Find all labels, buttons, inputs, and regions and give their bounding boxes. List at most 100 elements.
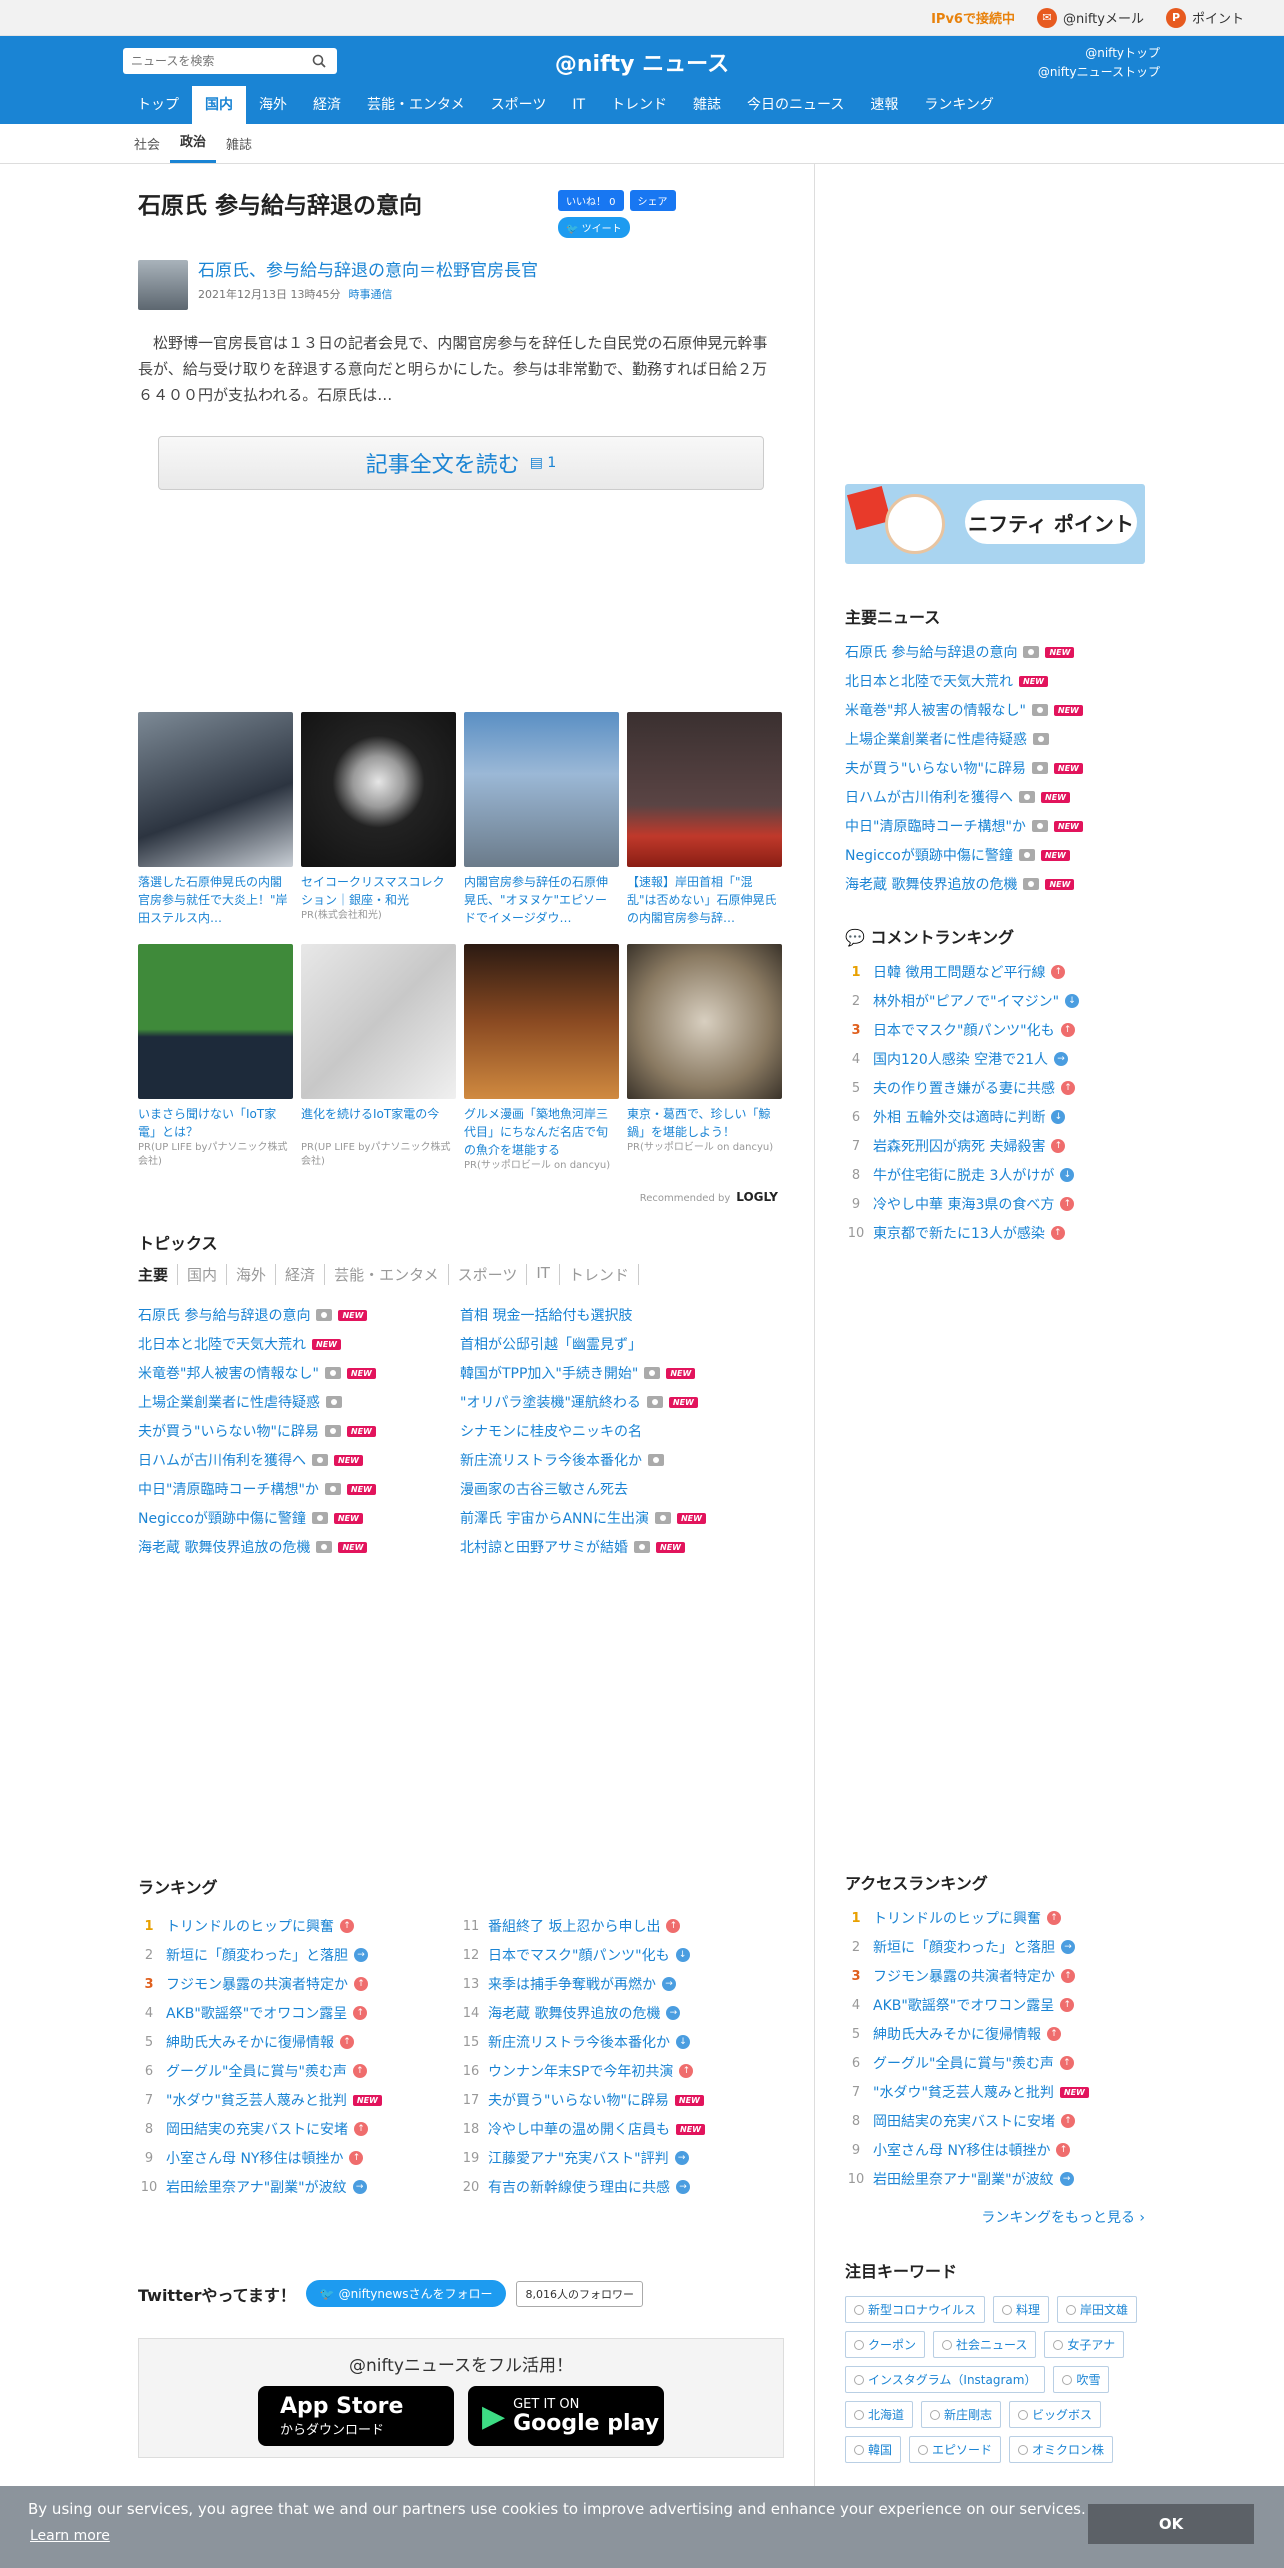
- access-ranking-item[interactable]: 2 新垣に「顔変わった」と落胆 →: [845, 1937, 1175, 1957]
- ranking-item[interactable]: 9 小室さん母 NY移住は頓挫か ↑: [138, 2148, 460, 2168]
- comment-ranking-item[interactable]: 3 日本でマスク"顔パンツ"化も ↑: [845, 1020, 1175, 1040]
- nav-it[interactable]: IT: [559, 86, 598, 124]
- ranking-item[interactable]: 15 新庄流リストラ今後本番化か ↓: [460, 2032, 782, 2052]
- recommend-card[interactable]: 進化を続けるIoT家電の今 PR(UP LIFE byパナソニック株式会社): [301, 944, 456, 1173]
- comment-ranking-item[interactable]: 5 夫の作り置き嫌がる妻に共感 ↑: [845, 1078, 1175, 1098]
- recommend-card[interactable]: 落選した石原伸晃氏の内閣官房参与就任で大炎上！"岸田ステルス内…: [138, 712, 293, 927]
- topics-tab[interactable]: 国内: [178, 1264, 228, 1285]
- nav-economy[interactable]: 経済: [300, 86, 354, 124]
- article-source-name[interactable]: 時事通信: [348, 288, 392, 301]
- nav-breaking[interactable]: 速報: [857, 86, 911, 124]
- topics-tab[interactable]: 海外: [227, 1264, 277, 1285]
- ranking-item[interactable]: 10 岩田絵里奈アナ"副業"が波紋 →: [138, 2177, 460, 2197]
- nav-world[interactable]: 海外: [246, 86, 300, 124]
- ranking-item[interactable]: 1 トリンドルのヒップに興奮 ↑: [138, 1916, 460, 1936]
- recommend-card[interactable]: 東京・葛西で、珍しい「鯨鍋」を堪能しよう！ PR(サッポロビール on dancy…: [627, 944, 782, 1173]
- ranking-item[interactable]: 8 岡田結実の充実バストに安堵 ↑: [138, 2119, 460, 2139]
- keyword-tag[interactable]: 社会ニュース: [933, 2331, 1037, 2358]
- keyword-tag[interactable]: 韓国: [845, 2436, 902, 2463]
- nifty-news-top-link[interactable]: @niftyニューストップ: [1038, 65, 1160, 79]
- keyword-tag[interactable]: 女子アナ: [1044, 2331, 1125, 2358]
- keyword-tag[interactable]: エピソード: [909, 2436, 1002, 2463]
- nav-today[interactable]: 今日のニュース: [734, 86, 857, 124]
- read-full-article-button[interactable]: 記事全文を読む ▤ 1: [158, 436, 764, 490]
- keyword-tag[interactable]: 北海道: [845, 2401, 914, 2428]
- access-ranking-item[interactable]: 1 トリンドルのヒップに興奮 ↑: [845, 1908, 1175, 1928]
- topic-item[interactable]: 前澤氏 宇宙からANNに生出演 NEW: [460, 1508, 782, 1528]
- topics-tab[interactable]: スポーツ: [449, 1264, 528, 1285]
- point-link[interactable]: P ポイント: [1165, 7, 1244, 28]
- main-news-item[interactable]: 米竜巻"邦人被害の情報なし" NEW: [845, 700, 1175, 720]
- facebook-share-button[interactable]: シェア: [629, 190, 676, 211]
- topics-tab[interactable]: 芸能・エンタメ: [325, 1264, 449, 1285]
- ranking-item[interactable]: 4 AKB"歌謡祭"でオワコン露呈 ↑: [138, 2003, 460, 2023]
- recommend-card[interactable]: 【速報】岸田首相「"混乱"は否めない」石原伸晃氏の内閣官房参与辞…: [627, 712, 782, 927]
- ranking-item[interactable]: 11 番組終了 坂上忍から申し出 ↑: [460, 1916, 782, 1936]
- main-news-item[interactable]: 海老蔵 歌舞伎界追放の危機 NEW: [845, 874, 1175, 894]
- topic-item[interactable]: 日ハムが古川侑利を獲得へ NEW: [138, 1450, 460, 1470]
- comment-ranking-item[interactable]: 4 国内120人感染 空港で21人 →: [845, 1049, 1175, 1069]
- ranking-item[interactable]: 5 紳助氏大みそかに復帰情報 ↑: [138, 2032, 460, 2052]
- nifty-top-link[interactable]: @niftyトップ: [1085, 46, 1160, 60]
- comment-ranking-item[interactable]: 6 外相 五輪外交は適時に判断 ↓: [845, 1107, 1175, 1127]
- access-ranking-item[interactable]: 10 岩田絵里奈アナ"副業"が波紋 →: [845, 2169, 1175, 2189]
- comment-ranking-item[interactable]: 8 牛が住宅街に脱走 3人がけが ↓: [845, 1165, 1175, 1185]
- keyword-tag[interactable]: 新型コロナウイルス: [845, 2296, 986, 2323]
- ranking-item[interactable]: 16 ウンナン年末SPで今年初共演 ↑: [460, 2061, 782, 2081]
- topic-item[interactable]: 中日"清原臨時コーチ構想"か NEW: [138, 1479, 460, 1499]
- keyword-tag[interactable]: ビッグボス: [1009, 2401, 1102, 2428]
- main-news-item[interactable]: 中日"清原臨時コーチ構想"か NEW: [845, 816, 1175, 836]
- access-ranking-item[interactable]: 4 AKB"歌謡祭"でオワコン露呈 ↑: [845, 1995, 1175, 2015]
- ranking-item[interactable]: 18 冷やし中華の温め開く店員も NEW: [460, 2119, 782, 2139]
- keyword-tag[interactable]: 岸田文雄: [1057, 2296, 1138, 2323]
- tweet-button[interactable]: 🐦 ツイート: [558, 217, 630, 238]
- subnav-politics[interactable]: 政治: [170, 131, 217, 163]
- ranking-item[interactable]: 3 フジモン暴露の共演者特定か ↑: [138, 1974, 460, 1994]
- keyword-tag[interactable]: 新庄剛志: [921, 2401, 1002, 2428]
- topic-item[interactable]: 北村諒と田野アサミが結婚 NEW: [460, 1537, 782, 1557]
- topic-item[interactable]: 韓国がTPP加入"手続き開始" NEW: [460, 1363, 782, 1383]
- nav-ranking[interactable]: ランキング: [911, 86, 1007, 124]
- access-ranking-item[interactable]: 7 "水ダウ"貧乏芸人蔑みと批判 NEW: [845, 2082, 1175, 2102]
- recommend-card[interactable]: セイコークリスマスコレクション｜銀座・和光 PR(株式会社和光): [301, 712, 456, 927]
- topic-item[interactable]: 北日本と北陸で天気大荒れ NEW: [138, 1334, 460, 1354]
- nav-entertainment[interactable]: 芸能・エンタメ: [354, 86, 478, 124]
- main-news-item[interactable]: 夫が買う"いらない物"に辟易 NEW: [845, 758, 1175, 778]
- topics-tab[interactable]: 主要: [138, 1264, 179, 1285]
- nav-sports[interactable]: スポーツ: [478, 86, 560, 124]
- main-news-item[interactable]: 日ハムが古川侑利を獲得へ NEW: [845, 787, 1175, 807]
- ranking-item[interactable]: 20 有吉の新幹線使う理由に共感 →: [460, 2177, 782, 2197]
- logly-logo[interactable]: LOGLY: [736, 1190, 778, 1204]
- facebook-like-button[interactable]: いいね！ 0: [558, 190, 624, 211]
- topic-item[interactable]: 新庄流リストラ今後本番化か: [460, 1450, 782, 1470]
- topic-item[interactable]: 夫が買う"いらない物"に辟易 NEW: [138, 1421, 460, 1441]
- access-ranking-item[interactable]: 5 紳助氏大みそかに復帰情報 ↑: [845, 2024, 1175, 2044]
- access-ranking-item[interactable]: 8 岡田結実の充実バストに安堵 ↑: [845, 2111, 1175, 2131]
- ranking-item[interactable]: 7 "水ダウ"貧乏芸人蔑みと批判 NEW: [138, 2090, 460, 2110]
- comment-ranking-item[interactable]: 10 東京都で新たに13人が感染 ↑: [845, 1223, 1175, 1243]
- ranking-item[interactable]: 12 日本でマスク"顔パンツ"化も ↓: [460, 1945, 782, 1965]
- comment-ranking-item[interactable]: 7 岩森死刑囚が病死 夫婦殺害 ↑: [845, 1136, 1175, 1156]
- topic-item[interactable]: 漫画家の古谷三敏さん死去: [460, 1479, 782, 1499]
- keyword-tag[interactable]: 吹雪: [1053, 2366, 1110, 2393]
- article-headline[interactable]: 石原氏、参与給与辞退の意向＝松野官房長官: [198, 260, 538, 282]
- ranking-item[interactable]: 19 江藤愛アナ"充実バスト"評判 →: [460, 2148, 782, 2168]
- access-ranking-item[interactable]: 6 グーグル"全員に賞与"羨む声 ↑: [845, 2053, 1175, 2073]
- nav-domestic[interactable]: 国内: [192, 86, 246, 124]
- mail-link[interactable]: ✉ @niftyメール: [1036, 7, 1144, 28]
- main-news-item[interactable]: 北日本と北陸で天気大荒れ NEW: [845, 671, 1175, 691]
- ranking-item[interactable]: 14 海老蔵 歌舞伎界追放の危機 →: [460, 2003, 782, 2023]
- google-play-badge[interactable]: ▶ GET IT ON Google play: [468, 2386, 664, 2446]
- more-ranking-link[interactable]: ランキングをもっと見る ›: [845, 2207, 1145, 2227]
- main-news-item[interactable]: Negiccoが頸跡中傷に警鐘 NEW: [845, 845, 1175, 865]
- learn-more-link[interactable]: Learn more: [30, 2528, 110, 2544]
- topic-item[interactable]: Negiccoが頸跡中傷に警鐘 NEW: [138, 1508, 460, 1528]
- topics-tab[interactable]: トレンド: [560, 1264, 639, 1285]
- nav-magazine[interactable]: 雑誌: [680, 86, 734, 124]
- topic-item[interactable]: "オリパラ塗装機"運航終わる NEW: [460, 1392, 782, 1412]
- topic-item[interactable]: 首相 現金一括給付も選択肢: [460, 1305, 782, 1325]
- nifty-point-banner[interactable]: ニフティ ポイント: [845, 484, 1145, 564]
- topic-item[interactable]: 石原氏 参与給与辞退の意向 NEW: [138, 1305, 460, 1325]
- topic-item[interactable]: 上場企業創業者に性虐待疑惑: [138, 1392, 460, 1412]
- ranking-item[interactable]: 13 来季は捕手争奪戦が再燃か →: [460, 1974, 782, 1994]
